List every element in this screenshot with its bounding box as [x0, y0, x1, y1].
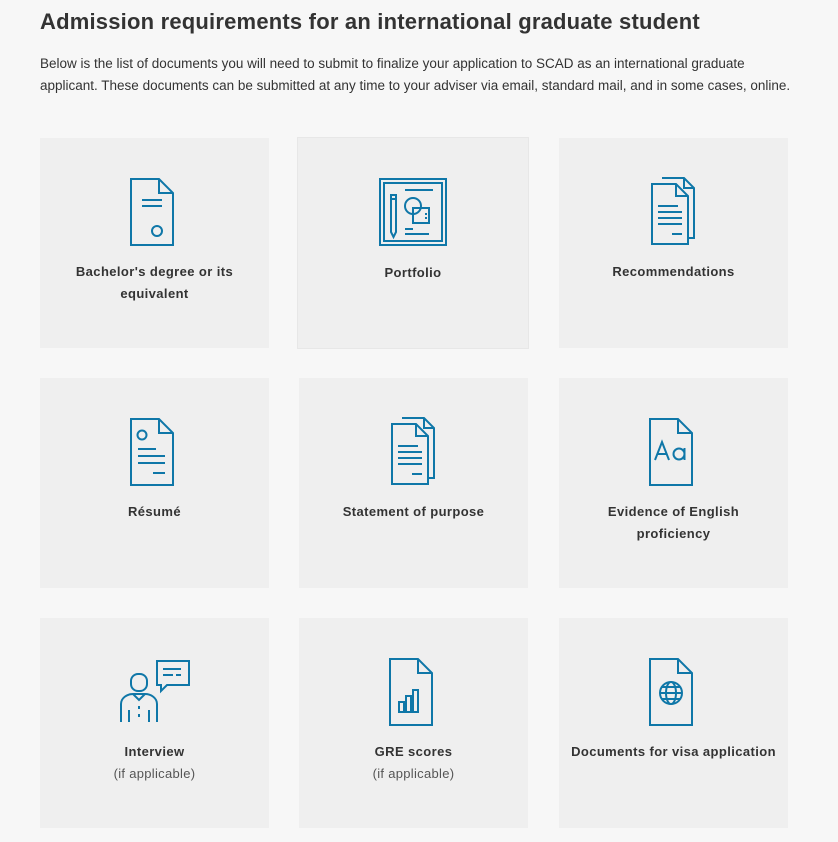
requirement-title: Recommendations: [612, 264, 735, 279]
stacked-letters-icon: [638, 176, 710, 248]
globe-document-icon: [638, 656, 710, 728]
requirement-label: Interview (if applicable): [52, 741, 257, 785]
requirement-card-statement-of-purpose: Statement of purpose: [299, 378, 528, 588]
requirement-label: Evidence of English proficiency: [571, 501, 776, 545]
requirement-card-gre-scores: GRE scores (if applicable): [299, 618, 528, 828]
requirement-title: Résumé: [128, 504, 181, 519]
requirement-label: GRE scores (if applicable): [311, 741, 516, 785]
language-aa-document-icon: [638, 416, 710, 488]
requirement-label: Documents for visa application: [571, 741, 776, 763]
requirement-card-bachelors-degree: Bachelor's degree or its equivalent: [40, 138, 269, 348]
requirement-title: Interview: [124, 744, 185, 759]
requirement-label: Résumé: [52, 501, 257, 523]
requirement-card-portfolio: Portfolio: [297, 137, 529, 349]
requirement-label: Recommendations: [571, 261, 776, 283]
requirement-title: Statement of purpose: [342, 504, 485, 519]
requirement-card-interview: Interview (if applicable): [40, 618, 269, 828]
requirement-title: Evidence of English proficiency: [607, 504, 740, 541]
requirement-label: Portfolio: [310, 262, 516, 284]
intro-paragraph: Below is the list of documents you will …: [40, 56, 791, 93]
requirement-card-resume: Résumé: [40, 378, 269, 588]
bar-chart-document-icon: [378, 656, 450, 728]
requirement-title: Portfolio: [384, 265, 442, 280]
requirement-title: Bachelor's degree or its equivalent: [75, 264, 234, 301]
portfolio-drawing-icon: [377, 176, 449, 248]
page-title: Admission requirements for an internatio…: [40, 9, 700, 34]
requirement-card-recommendations: Recommendations: [559, 138, 788, 348]
requirement-card-english-proficiency: Evidence of English proficiency: [559, 378, 788, 588]
requirement-note: (if applicable): [372, 766, 455, 781]
resume-document-icon: [119, 416, 191, 488]
stacked-documents-icon: [378, 416, 450, 488]
requirement-note: (if applicable): [113, 766, 196, 781]
diploma-document-icon: [119, 176, 191, 248]
requirement-title: Documents for visa application: [571, 744, 776, 759]
page: Admission requirements for an internatio…: [0, 0, 838, 842]
requirement-card-visa-documents: Documents for visa application: [559, 618, 788, 828]
interview-person-speech-icon: [119, 656, 191, 728]
requirement-title: GRE scores: [374, 744, 453, 759]
requirement-label: Statement of purpose: [311, 501, 516, 523]
requirement-label: Bachelor's degree or its equivalent: [52, 261, 257, 305]
